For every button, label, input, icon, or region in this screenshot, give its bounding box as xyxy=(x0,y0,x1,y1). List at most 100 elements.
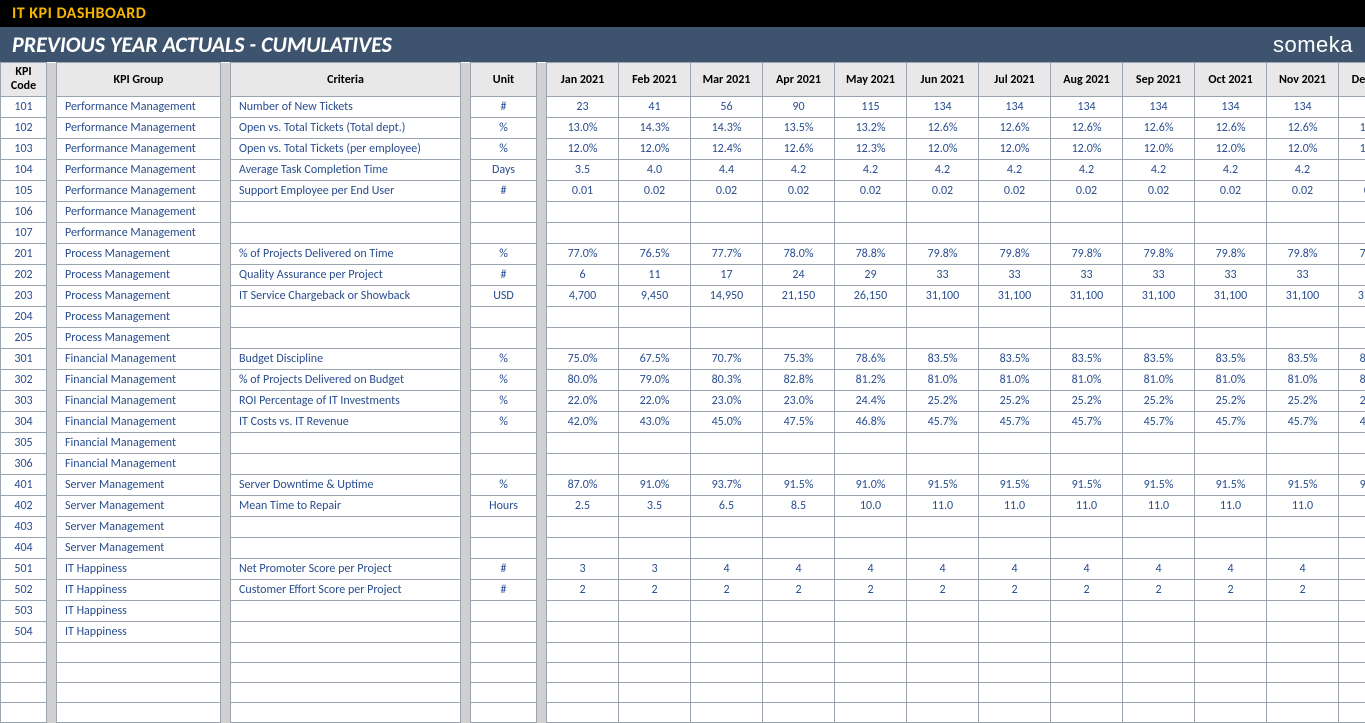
cell-val[interactable]: 12.0% xyxy=(547,139,619,160)
cell-val[interactable]: 4.2 xyxy=(907,160,979,181)
cell-group[interactable]: Performance Management xyxy=(57,139,221,160)
cell-val[interactable]: 78.8% xyxy=(835,244,907,265)
cell-val[interactable]: 79.8% xyxy=(1267,244,1339,265)
cell-val[interactable]: 91.5% xyxy=(1051,475,1123,496)
cell-unit[interactable] xyxy=(471,517,537,538)
cell-val[interactable] xyxy=(691,663,763,683)
cell-val[interactable]: 91.5% xyxy=(907,475,979,496)
cell-val[interactable] xyxy=(1123,328,1195,349)
cell-code[interactable]: 103 xyxy=(1,139,47,160)
cell-unit[interactable]: # xyxy=(471,580,537,601)
cell-val[interactable]: 76.5% xyxy=(619,244,691,265)
cell-val[interactable] xyxy=(619,433,691,454)
cell-val[interactable]: 0.02 xyxy=(619,181,691,202)
cell-val[interactable]: 0.02 xyxy=(835,181,907,202)
cell-val[interactable] xyxy=(835,663,907,683)
cell-val[interactable]: 33 xyxy=(1267,265,1339,286)
cell-unit[interactable]: % xyxy=(471,370,537,391)
cell-val[interactable]: 21,150 xyxy=(763,286,835,307)
cell-group[interactable]: Financial Management xyxy=(57,370,221,391)
cell-val[interactable] xyxy=(1051,517,1123,538)
cell-val[interactable] xyxy=(979,223,1051,244)
cell-val[interactable]: 80.3% xyxy=(691,370,763,391)
cell-val[interactable] xyxy=(1339,223,1365,244)
cell-val[interactable]: 81.0% xyxy=(1267,370,1339,391)
cell-val[interactable]: 3 xyxy=(619,559,691,580)
cell-val[interactable] xyxy=(1339,643,1365,663)
cell-group[interactable]: Financial Management xyxy=(57,349,221,370)
cell-val[interactable] xyxy=(1339,202,1365,223)
cell-val[interactable]: 2 xyxy=(547,580,619,601)
cell-val[interactable] xyxy=(1051,433,1123,454)
cell-val[interactable]: 31,100 xyxy=(1051,286,1123,307)
cell-group[interactable]: Performance Management xyxy=(57,202,221,223)
header-month[interactable]: Jan 2021 xyxy=(547,63,619,97)
cell-val[interactable]: 29 xyxy=(835,265,907,286)
cell-val[interactable] xyxy=(907,433,979,454)
cell-val[interactable] xyxy=(1051,601,1123,622)
cell-unit[interactable] xyxy=(471,307,537,328)
cell-val[interactable]: 3.5 xyxy=(547,160,619,181)
cell-val[interactable] xyxy=(619,622,691,643)
cell-group[interactable]: Server Management xyxy=(57,538,221,559)
cell-code[interactable]: 301 xyxy=(1,349,47,370)
cell-val[interactable] xyxy=(979,643,1051,663)
header-month[interactable]: Aug 2021 xyxy=(1051,63,1123,97)
cell-val[interactable]: 33 xyxy=(1195,265,1267,286)
cell-code[interactable]: 403 xyxy=(1,517,47,538)
cell-val[interactable] xyxy=(835,538,907,559)
cell-val[interactable]: 12.6% xyxy=(907,118,979,139)
cell-unit[interactable] xyxy=(471,643,537,663)
cell-val[interactable] xyxy=(763,328,835,349)
cell-val[interactable]: 11.0 xyxy=(1051,496,1123,517)
cell-val[interactable]: 4 xyxy=(907,559,979,580)
cell-val[interactable] xyxy=(1051,703,1123,723)
cell-val[interactable] xyxy=(835,223,907,244)
cell-val[interactable] xyxy=(763,622,835,643)
cell-val[interactable]: 31,100 xyxy=(1339,286,1365,307)
cell-val[interactable] xyxy=(1339,622,1365,643)
cell-val[interactable] xyxy=(907,622,979,643)
cell-val[interactable]: 79.0% xyxy=(619,370,691,391)
cell-group[interactable]: Performance Management xyxy=(57,223,221,244)
cell-val[interactable] xyxy=(835,454,907,475)
cell-code[interactable]: 504 xyxy=(1,622,47,643)
cell-code[interactable] xyxy=(1,703,47,723)
cell-val[interactable]: 2.5 xyxy=(547,496,619,517)
cell-val[interactable]: 45.7% xyxy=(979,412,1051,433)
cell-val[interactable] xyxy=(1051,454,1123,475)
cell-val[interactable] xyxy=(691,202,763,223)
cell-val[interactable]: 12.6% xyxy=(1267,118,1339,139)
cell-code[interactable]: 202 xyxy=(1,265,47,286)
cell-val[interactable] xyxy=(907,328,979,349)
cell-val[interactable]: 43.0% xyxy=(619,412,691,433)
cell-val[interactable] xyxy=(1267,202,1339,223)
cell-unit[interactable]: % xyxy=(471,244,537,265)
cell-val[interactable]: 81.0% xyxy=(1123,370,1195,391)
cell-val[interactable]: 2 xyxy=(835,580,907,601)
cell-code[interactable]: 306 xyxy=(1,454,47,475)
cell-val[interactable]: 13.0% xyxy=(547,118,619,139)
cell-val[interactable]: 4.2 xyxy=(835,160,907,181)
cell-val[interactable]: 22.0% xyxy=(547,391,619,412)
cell-val[interactable]: 12.6% xyxy=(1051,118,1123,139)
cell-val[interactable] xyxy=(1195,202,1267,223)
cell-val[interactable] xyxy=(835,307,907,328)
cell-code[interactable]: 201 xyxy=(1,244,47,265)
cell-val[interactable]: 10.0 xyxy=(835,496,907,517)
cell-val[interactable] xyxy=(691,601,763,622)
cell-val[interactable]: 78.0% xyxy=(763,244,835,265)
cell-code[interactable]: 302 xyxy=(1,370,47,391)
cell-criteria[interactable] xyxy=(231,433,461,454)
cell-val[interactable]: 77.0% xyxy=(547,244,619,265)
cell-group[interactable]: Financial Management xyxy=(57,433,221,454)
cell-val[interactable] xyxy=(1339,703,1365,723)
cell-val[interactable]: 25.2% xyxy=(1195,391,1267,412)
cell-val[interactable]: 91.5% xyxy=(763,475,835,496)
cell-group[interactable]: Financial Management xyxy=(57,391,221,412)
cell-val[interactable] xyxy=(907,517,979,538)
cell-unit[interactable]: USD xyxy=(471,286,537,307)
cell-val[interactable] xyxy=(979,538,1051,559)
cell-val[interactable]: 45.7% xyxy=(1195,412,1267,433)
cell-val[interactable]: 2 xyxy=(763,580,835,601)
